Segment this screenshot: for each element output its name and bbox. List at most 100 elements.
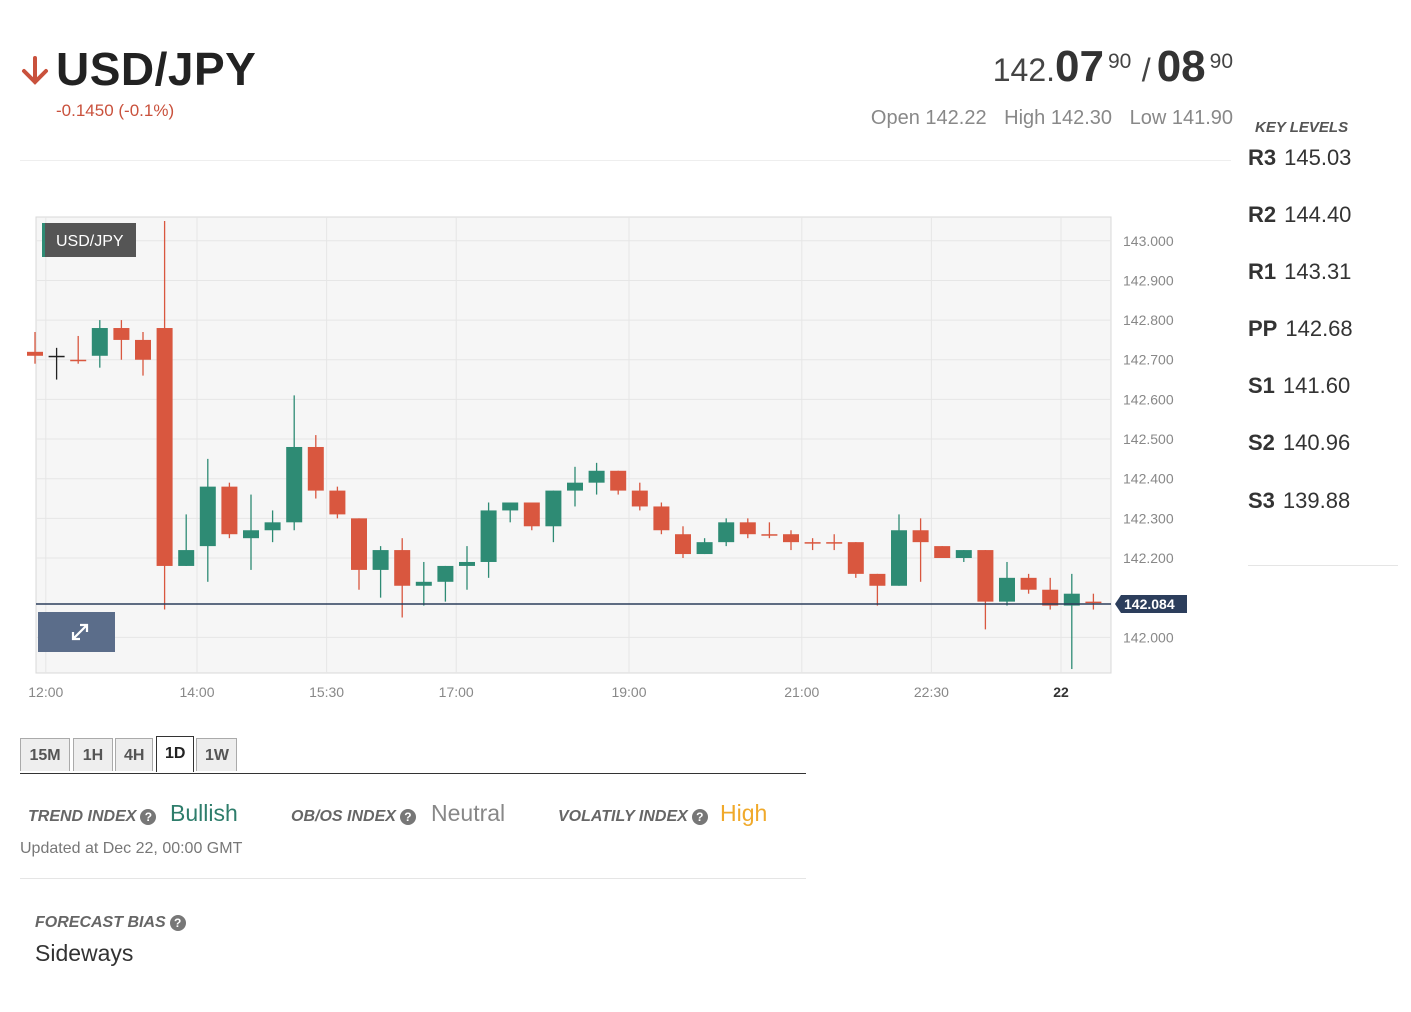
key-levels-title: KEY LEVELS (1255, 119, 1349, 136)
x-tick-label: 14:00 (179, 684, 214, 700)
candle-body (675, 534, 691, 555)
key-level-s2: S2 140.96 (1248, 430, 1350, 456)
key-levels-divider (1248, 565, 1398, 566)
key-level-name: PP (1248, 316, 1278, 341)
candle-body (502, 502, 519, 511)
y-tick-label: 142.700 (1123, 352, 1174, 368)
key-level-s1: S1 141.60 (1248, 373, 1350, 399)
y-tick-label: 142.800 (1123, 312, 1174, 328)
y-tick-label: 142.400 (1123, 471, 1174, 487)
candle-body (653, 506, 670, 531)
open-value: Open 142.22 (870, 107, 987, 129)
obos-index-text: OB/OS INDEX (291, 808, 396, 825)
candle-body (437, 565, 454, 582)
key-level-r3: R3 145.03 (1248, 145, 1351, 171)
y-tick-label: 142.000 (1123, 629, 1174, 645)
candle-body (199, 486, 216, 547)
trend-index-value: Bullish (170, 800, 238, 826)
candle-body (999, 577, 1015, 602)
arrow-down-icon (22, 56, 48, 85)
tab-1h[interactable]: 1H (73, 738, 113, 771)
updated-timestamp: Updated at Dec 22, 00:00 GMT (20, 840, 243, 857)
candle-body (459, 561, 475, 566)
key-level-name: R1 (1248, 259, 1277, 284)
candle (523, 502, 540, 531)
candle-body (847, 542, 864, 574)
key-level-value: 140.96 (1282, 430, 1351, 455)
price-change: -0.1450 (-0.1%) (56, 101, 175, 120)
expand-button[interactable] (38, 612, 115, 652)
candle-body (27, 351, 43, 356)
obos-index-label: OB/OS INDEX? (291, 808, 416, 826)
key-level-value: 142.68 (1285, 316, 1353, 341)
symbol-label: USD/JPY (56, 233, 124, 250)
tab-4h[interactable]: 4H (115, 738, 153, 771)
candle-body (70, 359, 87, 362)
key-level-r2: R2 144.40 (1248, 202, 1351, 228)
x-tick-label: 21:00 (784, 684, 819, 700)
timeframe-tabs: 15M 1H 4H 1D 1W (20, 736, 806, 774)
candle-body (804, 542, 821, 544)
key-level-value: 139.88 (1282, 488, 1351, 513)
key-level-value: 145.03 (1284, 145, 1352, 170)
trend-index-text: TREND INDEX (28, 808, 137, 825)
high-value: High 142.30 (1004, 107, 1113, 129)
x-tick-label: 19:00 (611, 684, 646, 700)
candle-body (610, 470, 627, 491)
key-level-value: 144.40 (1284, 202, 1352, 227)
candle-body (243, 530, 259, 539)
candle-body (351, 518, 367, 570)
key-level-name: S1 (1248, 373, 1275, 398)
forecast-bias-text: FORECAST BIAS (35, 914, 166, 931)
bid-ask-quote: 142.07 90 /08 90 (993, 42, 1233, 92)
candle-body (912, 530, 929, 543)
bid-fraction: 90 (1107, 50, 1132, 73)
key-level-pp: PP 142.68 (1248, 316, 1353, 342)
candle-body (588, 470, 605, 483)
volatility-index-value: High (720, 800, 768, 826)
y-tick-label: 142.900 (1123, 272, 1174, 288)
y-tick-label: 142.300 (1123, 510, 1174, 526)
key-level-name: S3 (1248, 488, 1275, 513)
expand-button-bg (38, 612, 115, 652)
bid-base: 142. (992, 52, 1056, 88)
candle-body (1042, 589, 1059, 606)
key-level-s3: S3 139.88 (1248, 488, 1350, 514)
volatility-index-label: VOLATILY INDEX? (558, 808, 708, 826)
tab-1d[interactable]: 1D (156, 736, 194, 772)
y-tick-label: 143.000 (1123, 233, 1174, 249)
candle (329, 486, 346, 519)
indices-divider (20, 878, 806, 879)
candle-body (480, 510, 497, 562)
question-circle-icon[interactable]: ? (169, 914, 186, 931)
candle-body (718, 522, 735, 543)
candle-body (113, 328, 130, 340)
obos-index-value: Neutral (431, 800, 506, 826)
candle-body (286, 446, 303, 523)
candle-body (307, 446, 324, 491)
key-level-r1: R1 143.31 (1248, 259, 1351, 285)
tab-15m[interactable]: 15M (20, 738, 70, 771)
candle (221, 482, 238, 539)
x-tick-label: 22:30 (914, 684, 949, 700)
volatility-index-text: VOLATILY INDEX (558, 808, 688, 825)
question-circle-icon[interactable]: ? (691, 808, 708, 825)
candle-body (545, 490, 562, 527)
candle-body (739, 522, 756, 535)
key-level-value: 141.60 (1282, 373, 1351, 398)
question-circle-icon[interactable]: ? (140, 808, 157, 825)
current-price-label: 142.084 (1124, 596, 1175, 612)
forecast-bias-label: FORECAST BIAS? (35, 914, 186, 932)
question-circle-icon[interactable]: ? (399, 808, 416, 825)
candle-body (48, 355, 65, 358)
key-level-name: S2 (1248, 430, 1275, 455)
x-tick-label: 17:00 (439, 684, 474, 700)
tab-1w[interactable]: 1W (196, 738, 237, 771)
price-chart[interactable]: 143.000 142.900 142.800 142.700 142.600 142.5… (0, 200, 1230, 720)
header-divider (20, 160, 1231, 161)
candle-body (761, 534, 778, 536)
bid-pips: 07 (1055, 42, 1104, 91)
low-value: Low 141.90 (1129, 107, 1233, 129)
key-level-name: R2 (1248, 202, 1277, 227)
candle (718, 518, 735, 547)
